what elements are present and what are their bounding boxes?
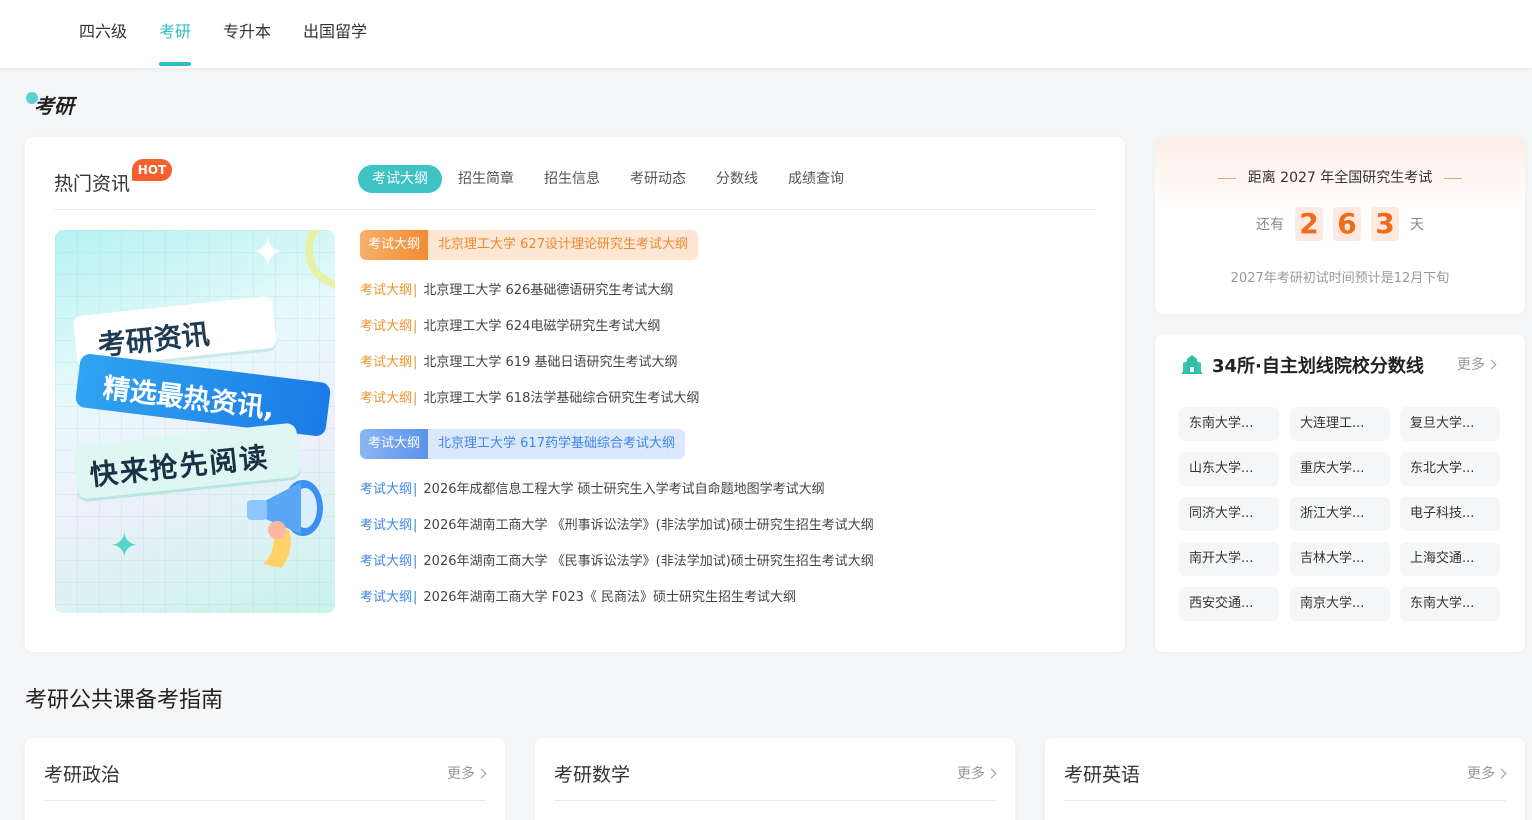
news-item-title: 2026年成都信息工程大学 硕士研究生入学考试自命题地图学考试大纲 bbox=[423, 482, 825, 497]
school-chip[interactable]: 重庆大学... bbox=[1290, 452, 1390, 486]
news-featured-title: 北京理工大学 627设计理论研究生考试大纲 bbox=[438, 237, 688, 252]
countdown-note: 2027年考研初试时间预计是12月下旬 bbox=[1230, 271, 1450, 286]
news-item[interactable]: 考试大纲| 北京理工大学 619 基础日语研究生考试大纲 bbox=[360, 349, 677, 377]
countdown-row: 还有 2 6 3 天 bbox=[1155, 207, 1525, 241]
chevron-right-icon bbox=[476, 768, 487, 779]
news-tab-score-line[interactable]: 分数线 bbox=[702, 165, 772, 193]
countdown-prefix: 还有 bbox=[1256, 217, 1284, 233]
tab-study-abroad[interactable]: 出国留学 bbox=[303, 18, 367, 42]
news-item[interactable]: 考试大纲| 北京理工大学 626基础德语研究生考试大纲 bbox=[360, 277, 673, 305]
news-item-title: 北京理工大学 618法学基础综合研究生考试大纲 bbox=[423, 391, 700, 406]
news-tag: 考试大纲 bbox=[360, 429, 429, 459]
news-item[interactable]: 考试大纲| 2026年湖南工商大学 《民事诉讼法学》(非法学加试)硕士研究生招生考… bbox=[360, 548, 874, 576]
school-chip[interactable]: 浙江大学... bbox=[1290, 497, 1390, 531]
top-nav: 四六级 考研 专升本 出国留学 bbox=[0, 0, 1532, 68]
news-item[interactable]: 考试大纲| 2026年湖南工商大学 F023《 民商法》硕士研究生招生考试大纲 bbox=[360, 584, 796, 612]
sparkle-icon: ✦ bbox=[110, 526, 139, 566]
news-item[interactable]: 考试大纲| 2026年湖南工商大学 《刑事诉讼法学》(非法学加试)硕士研究生招生考… bbox=[360, 512, 874, 540]
news-item-title: 北京理工大学 626基础德语研究生考试大纲 bbox=[423, 283, 674, 298]
school-chip[interactable]: 大连理工... bbox=[1290, 407, 1390, 441]
guide-card-title: 考研政治 bbox=[44, 764, 121, 786]
news-divider bbox=[54, 209, 1096, 210]
countdown-digit: 6 bbox=[1333, 207, 1361, 241]
guide-heading: 考研公共课备考指南 bbox=[25, 688, 224, 713]
news-featured-item[interactable]: 考试大纲 北京理工大学 617药学基础综合考试大纲 bbox=[360, 429, 685, 459]
news-item[interactable]: 考试大纲| 北京理工大学 618法学基础综合研究生考试大纲 bbox=[360, 385, 699, 413]
news-tab-admission-brochure[interactable]: 招生简章 bbox=[444, 165, 528, 193]
sparkle-icon: ✦ bbox=[251, 230, 285, 276]
chevron-right-icon bbox=[1486, 359, 1497, 370]
news-tag: 考试大纲 bbox=[360, 230, 429, 260]
countdown-digit: 3 bbox=[1371, 207, 1399, 241]
news-banner[interactable]: ✦ ✦ 考研资讯 精选最热资讯, 快来抢先阅读 bbox=[55, 230, 335, 613]
hot-news-title: 热门资讯 bbox=[54, 173, 131, 195]
school-chip[interactable]: 复旦大学... bbox=[1400, 407, 1500, 441]
chevron-right-icon bbox=[1496, 768, 1507, 779]
guide-card-title: 考研英语 bbox=[1064, 764, 1141, 786]
countdown-title-row: 距离 2027 年全国研究生考试 bbox=[1155, 167, 1525, 187]
news-item[interactable]: 考试大纲| 2026年成都信息工程大学 硕士研究生入学考试自命题地图学考试大纲 bbox=[360, 476, 825, 504]
school-chip[interactable]: 东南大学... bbox=[1179, 407, 1279, 441]
guide-card-title: 考研数学 bbox=[554, 764, 631, 786]
news-featured-item[interactable]: 考试大纲 北京理工大学 627设计理论研究生考试大纲 bbox=[360, 230, 698, 260]
tab-cet[interactable]: 四六级 bbox=[79, 18, 127, 42]
guide-card-politics: 考研政治 更多 bbox=[25, 738, 505, 820]
news-tab-admission-info[interactable]: 招生信息 bbox=[530, 165, 614, 193]
guide-more-link[interactable]: 更多 bbox=[1467, 763, 1507, 783]
news-tab-score-query[interactable]: 成绩查询 bbox=[774, 165, 858, 193]
school-chip[interactable]: 山东大学... bbox=[1179, 452, 1279, 486]
school-chip[interactable]: 同济大学... bbox=[1179, 497, 1279, 531]
tab-zhuanshengben[interactable]: 专升本 bbox=[223, 18, 271, 42]
hot-badge: HOT bbox=[132, 159, 172, 181]
active-tab-indicator bbox=[159, 62, 191, 66]
school-chip[interactable]: 西安交通... bbox=[1179, 587, 1279, 621]
countdown-suffix: 天 bbox=[1410, 217, 1424, 233]
countdown-digit: 2 bbox=[1295, 207, 1323, 241]
guide-card-english: 考研英语 更多 bbox=[1045, 738, 1525, 820]
megaphone-icon bbox=[247, 480, 323, 568]
school-chip[interactable]: 东北大学... bbox=[1400, 452, 1500, 486]
hot-news-card: 热门资讯 HOT 考试大纲 招生简章 招生信息 考研动态 分数线 成绩查询 ✦ … bbox=[25, 137, 1125, 652]
school-chip[interactable]: 吉林大学... bbox=[1290, 542, 1390, 576]
news-tab-syllabus[interactable]: 考试大纲 bbox=[358, 165, 442, 193]
news-featured-title: 北京理工大学 617药学基础综合考试大纲 bbox=[438, 436, 675, 451]
school-chip[interactable]: 上海交通... bbox=[1400, 542, 1500, 576]
guide-more-link[interactable]: 更多 bbox=[447, 763, 487, 783]
school-card-title: 34所·自主划线院校分数线 bbox=[1212, 356, 1424, 377]
countdown-title: 距离 2027 年全国研究生考试 bbox=[1247, 170, 1433, 186]
exam-countdown-card: 距离 2027 年全国研究生考试 还有 2 6 3 天 2027年考研初试时间预… bbox=[1155, 137, 1525, 314]
school-building-icon bbox=[1182, 355, 1202, 374]
school-chip[interactable]: 电子科技... bbox=[1400, 497, 1500, 531]
news-item-title: 北京理工大学 624电磁学研究生考试大纲 bbox=[423, 319, 661, 334]
news-item-title: 北京理工大学 619 基础日语研究生考试大纲 bbox=[423, 355, 678, 370]
news-item[interactable]: 考试大纲| 北京理工大学 624电磁学研究生考试大纲 bbox=[360, 313, 660, 341]
news-item-title: 2026年湖南工商大学 《刑事诉讼法学》(非法学加试)硕士研究生招生考试大纲 bbox=[423, 518, 874, 533]
news-item-title: 2026年湖南工商大学 《民事诉讼法学》(非法学加试)硕士研究生招生考试大纲 bbox=[423, 554, 874, 569]
school-more-link[interactable]: 更多 bbox=[1457, 354, 1497, 374]
school-chip[interactable]: 南开大学... bbox=[1179, 542, 1279, 576]
school-chip[interactable]: 东南大学... bbox=[1400, 587, 1500, 621]
news-item-title: 2026年湖南工商大学 F023《 民商法》硕士研究生招生考试大纲 bbox=[423, 590, 797, 605]
tab-kaoyan[interactable]: 考研 bbox=[159, 18, 191, 42]
section-logo-text: 考研 bbox=[34, 94, 74, 118]
chevron-right-icon bbox=[986, 768, 997, 779]
news-tabs: 考试大纲 招生简章 招生信息 考研动态 分数线 成绩查询 bbox=[358, 165, 860, 193]
school-chip[interactable]: 南京大学... bbox=[1290, 587, 1390, 621]
news-tab-kaoyan-news[interactable]: 考研动态 bbox=[616, 165, 700, 193]
school-score-card: 34所·自主划线院校分数线 更多 东南大学... 大连理工... 复旦大学...… bbox=[1155, 334, 1525, 652]
guide-card-math: 考研数学 更多 bbox=[535, 738, 1015, 820]
guide-more-link[interactable]: 更多 bbox=[957, 763, 997, 783]
